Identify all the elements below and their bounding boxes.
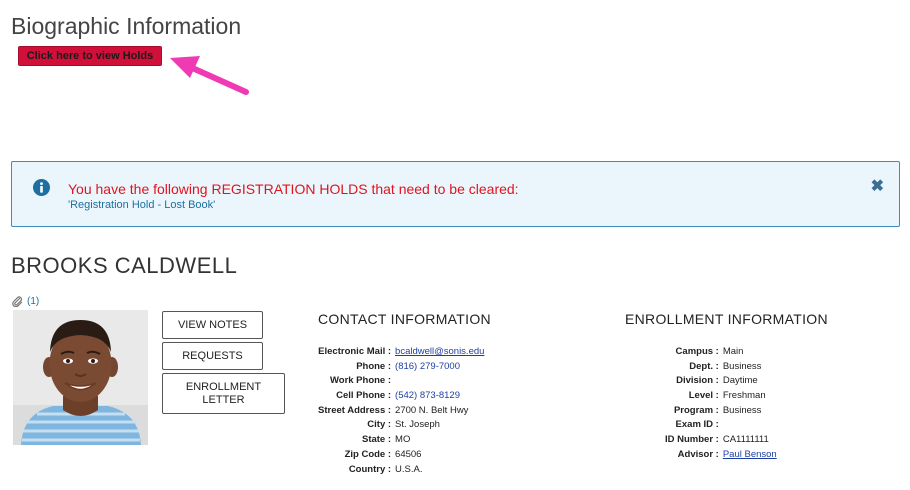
campus-value: Main [722, 346, 744, 357]
page-title: Biographic Information [11, 13, 242, 39]
cell-phone-value[interactable]: (542) 873-8129 [395, 389, 484, 404]
info-icon [33, 179, 50, 196]
view-notes-button[interactable]: VIEW NOTES [162, 311, 263, 339]
id-number-value: CA1111111 [722, 434, 769, 446]
level-value: Freshman [722, 390, 766, 402]
paperclip-icon [12, 296, 23, 307]
attachment-count-link[interactable]: (1) [27, 296, 39, 307]
exam-id-label: Exam ID : [675, 419, 719, 431]
enrollment-information-table: Campus : Main Dept. : Business Division … [665, 345, 777, 463]
enrollment-information-title: ENROLLMENT INFORMATION [625, 311, 828, 327]
country-label: Country : [348, 463, 392, 475]
level-label: Level : [688, 390, 719, 402]
student-photo [13, 310, 148, 445]
advisor-link[interactable]: Paul Benson [723, 448, 777, 463]
requests-button[interactable]: REQUESTS [162, 342, 263, 370]
attachments[interactable]: (1) [12, 296, 39, 307]
student-name: BROOKS CALDWELL [11, 253, 238, 278]
program-value: Business [722, 404, 762, 416]
program-label: Program : [673, 404, 719, 416]
alert-message: You have the following REGISTRATION HOLD… [68, 181, 519, 197]
enrollment-letter-button[interactable]: ENROLLMENT LETTER [162, 373, 285, 414]
city-value: St. Joseph [395, 419, 440, 431]
hold-item-link[interactable]: 'Registration Hold - Lost Book' [68, 199, 215, 211]
division-label: Division : [676, 375, 719, 387]
phone-value[interactable]: (816) 279-7000 [395, 360, 484, 375]
contact-information-title: CONTACT INFORMATION [318, 311, 491, 327]
registration-holds-alert: You have the following REGISTRATION HOLD… [11, 161, 900, 227]
division-value: Daytime [722, 375, 758, 387]
cell-phone-label: Cell Phone : [336, 390, 392, 402]
contact-information-table: Electronic Mail : bcaldwell@sonis.edu Ph… [318, 345, 484, 477]
exam-id-value [723, 418, 777, 433]
zip-code-label: Zip Code : [344, 448, 392, 460]
id-number-label: ID Number : [665, 434, 719, 446]
work-phone-label: Work Phone : [329, 375, 392, 387]
email-link[interactable]: bcaldwell@sonis.edu [395, 345, 484, 360]
advisor-label: Advisor : [677, 448, 719, 460]
email-label: Electronic Mail : [318, 346, 392, 357]
state-label: State : [361, 434, 392, 446]
work-phone-value [395, 374, 484, 389]
view-holds-button[interactable]: Click here to view Holds [18, 46, 162, 66]
city-label: City : [367, 419, 392, 431]
dept-label: Dept. : [689, 360, 719, 372]
annotation-arrow-icon [170, 56, 249, 95]
country-value: U.S.A. [395, 463, 423, 475]
close-icon[interactable]: ✖ [871, 176, 884, 196]
street-address-value: 2700 N. Belt Hwy [395, 404, 469, 416]
street-address-label: Street Address : [318, 404, 392, 416]
zip-code-value: 64506 [395, 448, 422, 460]
state-value: MO [395, 434, 411, 446]
phone-label: Phone : [356, 360, 392, 372]
dept-value: Business [722, 360, 762, 372]
campus-label: Campus : [675, 346, 719, 357]
